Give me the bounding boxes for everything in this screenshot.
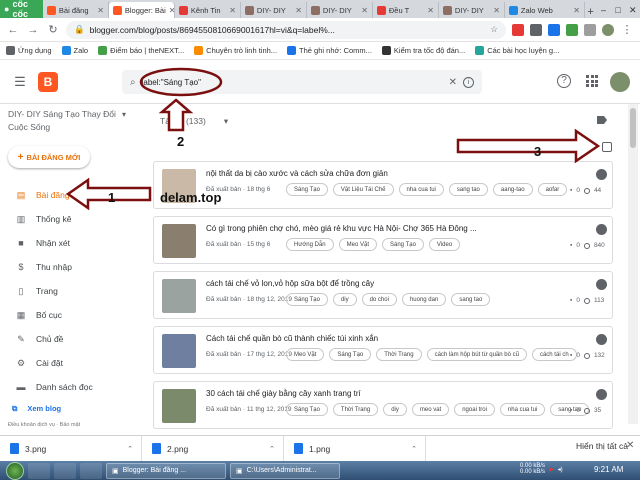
chevron-up-icon[interactable]: ⌃ [411,445,417,453]
volume-icon[interactable]: ◂) [558,466,563,473]
arrow-2 [158,98,194,132]
chevron-up-icon[interactable]: ⌃ [127,445,133,453]
file-icon [294,443,303,454]
download-filename: 2.png [167,443,189,454]
system-tray: 0.00 kB/s 0.00 kB/s ▶ ◂) [520,463,563,475]
start-button[interactable] [6,461,24,480]
close-download-bar-icon[interactable]: ✕ [626,440,634,451]
watermark-text: delam.top [160,190,222,205]
annotation-number-1: 1 [108,190,116,205]
show-all-downloads-button[interactable]: Hiển thị tất cả [576,441,628,451]
taskbar-window[interactable]: ▣ C:\Users\Administrat... [230,462,340,479]
taskbar-clock[interactable]: 9:21 AM [594,465,623,474]
taskbar-window[interactable]: ▣ Blogger: Bài đăng ... [106,462,226,479]
arrow-3 [456,128,601,164]
annotation-arrows [65,67,601,211]
taskbar-app-explorer[interactable] [28,462,50,479]
download-item[interactable]: 3.png ⌃ [0,435,142,462]
net-down-speed: 0.00 kB/s [520,469,546,475]
taskbar-app-zalo[interactable] [80,462,102,479]
download-item[interactable]: 1.png ⌃ [284,435,426,462]
flag-icon[interactable]: ▶ [549,466,554,473]
annotation-number-3: 3 [534,144,542,159]
download-item[interactable]: 2.png ⌃ [142,435,284,462]
taskbar-window-label: C:\Users\Administrat... [246,467,317,474]
annotation-number-2: 2 [177,134,185,149]
search-highlight-ellipse [139,67,223,97]
download-filename: 1.png [309,443,331,454]
taskbar-app-browser[interactable] [54,462,76,479]
download-filename: 3.png [25,443,47,454]
file-icon [10,443,19,454]
file-icon [152,443,161,454]
taskbar-window-label: Blogger: Bài đăng ... [122,467,187,474]
window-icon: ▣ [236,467,243,475]
chevron-up-icon[interactable]: ⌃ [269,445,275,453]
window-icon: ▣ [112,467,119,475]
download-bar: 3.png ⌃ 2.png ⌃ 1.png ⌃ [0,435,640,462]
